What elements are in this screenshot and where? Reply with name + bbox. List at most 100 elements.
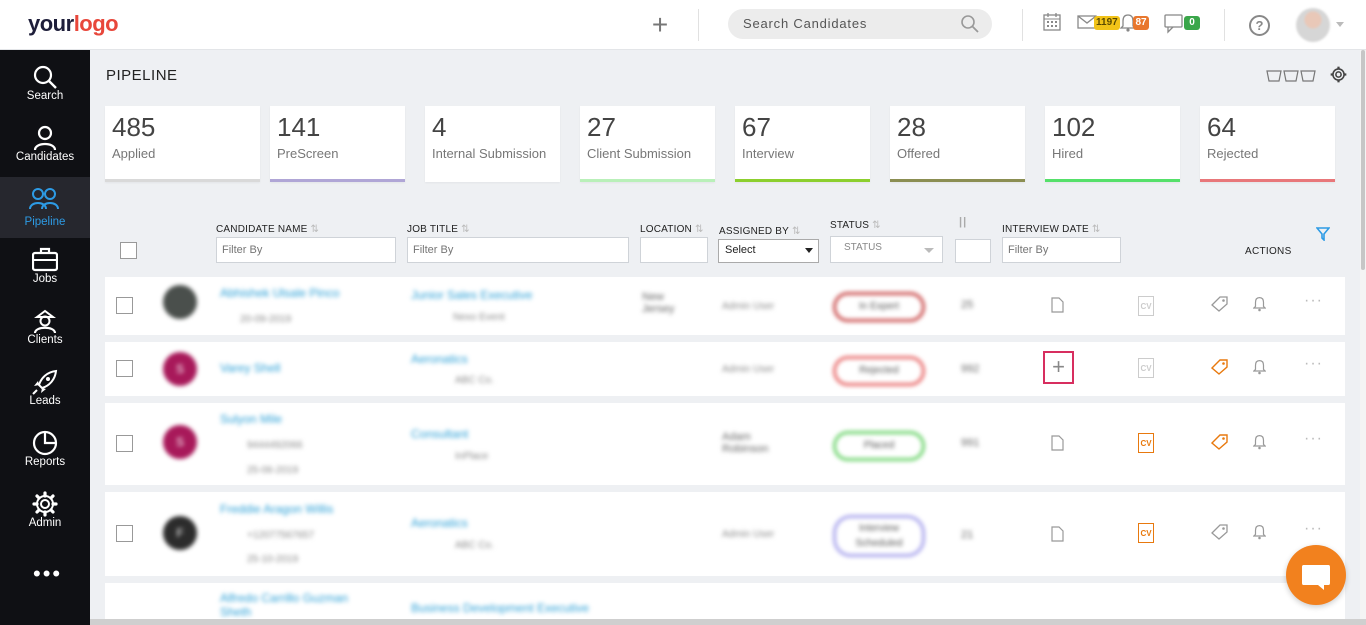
table-row[interactable]: F Freddie Aragon Willis +12077567657 25-… (105, 492, 1345, 576)
sort-icon[interactable]: ⇅ (872, 220, 881, 231)
cv-icon[interactable]: CV (1138, 358, 1154, 378)
row-checkbox[interactable] (116, 360, 133, 377)
candidate-name-link[interactable]: Varey Shell (220, 361, 280, 375)
candidate-name-link[interactable]: Alfredo Carrillo Guzman Sheth (220, 591, 380, 619)
stat-card-prescreen[interactable]: 141 PreScreen (270, 106, 405, 182)
chevron-down-icon[interactable] (1336, 22, 1344, 27)
logo-text-your: your (28, 11, 74, 36)
live-chat-button[interactable] (1286, 545, 1346, 605)
job-title-link[interactable]: Consultant (411, 427, 468, 441)
tag-icon[interactable] (1211, 359, 1229, 375)
calendar-icon[interactable] (1043, 12, 1061, 32)
row-checkbox[interactable] (116, 297, 133, 314)
status-badge[interactable]: Interview Scheduled (833, 515, 925, 557)
add-interview-button[interactable]: + (1043, 351, 1074, 384)
more-menu-icon[interactable]: ••• (33, 563, 62, 585)
column-header-interview-date[interactable]: INTERVIEW DATE ⇅ (1002, 224, 1100, 235)
sidebar-item-clients[interactable]: Clients (0, 296, 90, 357)
assigned-by-value: Admin User (722, 364, 775, 375)
status-badge[interactable]: In Expert (833, 292, 925, 322)
column-header-status[interactable]: STATUS ⇅ (830, 220, 881, 231)
sort-icon[interactable]: ⇅ (695, 224, 704, 235)
bell-icon[interactable] (1253, 434, 1266, 450)
sidebar-item-candidates[interactable]: Candidates (0, 113, 90, 174)
tag-icon[interactable] (1211, 524, 1229, 540)
horizontal-scrollbar[interactable] (90, 619, 1366, 625)
search-icon[interactable] (960, 14, 980, 34)
status-filter-select[interactable]: STATUS (830, 236, 943, 263)
more-actions-icon[interactable]: ··· (1304, 355, 1323, 373)
document-icon[interactable] (1051, 526, 1064, 542)
candidate-name-link[interactable]: Freddie Aragon Willis (220, 502, 333, 516)
column-header-location[interactable]: LOCATION ⇅ (640, 224, 704, 235)
sidebar-item-admin[interactable]: Admin (0, 479, 90, 540)
candidate-name-link[interactable]: Abhishek Ulsale Pinco (220, 286, 339, 300)
candidate-name-filter-input[interactable] (216, 237, 396, 263)
logo[interactable]: yourlogo (28, 11, 119, 37)
assigned-by-select[interactable]: Select (718, 239, 819, 263)
stat-card-client-submission[interactable]: 27 Client Submission (580, 106, 715, 182)
tag-icon[interactable] (1211, 434, 1229, 450)
job-title-filter-input[interactable] (407, 237, 629, 263)
status-badge[interactable]: Rejected (833, 356, 925, 386)
cv-icon[interactable]: CV (1138, 433, 1154, 453)
more-actions-icon[interactable]: ··· (1304, 520, 1323, 538)
job-title-link[interactable]: Junior Sales Executive (411, 288, 532, 302)
table-row[interactable]: Abhishek Ulsale Pinco 20-09-2019 Junior … (105, 277, 1345, 335)
sidebar-item-leads[interactable]: Leads (0, 357, 90, 418)
help-icon[interactable]: ? (1249, 15, 1270, 36)
stat-card-applied[interactable]: 485 Applied (105, 106, 260, 182)
job-title-link[interactable]: Aeronatics (411, 516, 468, 530)
cv-icon[interactable]: CV (1138, 523, 1154, 543)
add-button[interactable]: + (648, 10, 672, 40)
filter-funnel-icon[interactable] (1316, 227, 1330, 241)
sidebar-item-reports[interactable]: Reports (0, 418, 90, 479)
search-candidates-input[interactable]: Search Candidates (728, 9, 992, 39)
sort-icon[interactable]: ⇅ (461, 224, 470, 235)
column-header-candidate-name[interactable]: CANDIDATE NAME ⇅ (216, 224, 319, 235)
stat-card-internal-submission[interactable]: 4 Internal Submission (425, 106, 560, 182)
settings-gear-icon[interactable] (1330, 66, 1347, 83)
sidebar-item-jobs[interactable]: Jobs (0, 235, 90, 296)
bell-icon[interactable] (1253, 296, 1266, 312)
numeric-filter-input[interactable] (955, 239, 991, 263)
more-actions-icon[interactable]: ··· (1304, 292, 1323, 310)
status-badge[interactable]: Placed (833, 431, 925, 461)
interview-date-filter-input[interactable] (1002, 237, 1121, 263)
job-title-link[interactable]: Business Development Executive (411, 601, 589, 615)
stat-card-interview[interactable]: 67 Interview (735, 106, 870, 182)
vertical-scrollbar-thumb[interactable] (1361, 50, 1365, 270)
bell-icon[interactable] (1253, 524, 1266, 540)
sort-icon[interactable]: ⇅ (311, 224, 320, 235)
chat-bubble-icon (1302, 565, 1330, 590)
more-actions-icon[interactable]: ··· (1304, 430, 1323, 448)
stat-card-hired[interactable]: 102 Hired (1045, 106, 1180, 182)
cv-icon[interactable]: CV (1138, 296, 1154, 316)
column-header-job-title[interactable]: JOB TITLE ⇅ (407, 224, 470, 235)
stat-card-offered[interactable]: 28 Offered (890, 106, 1025, 182)
sidebar-item-pipeline[interactable]: Pipeline (0, 177, 90, 238)
job-title-link[interactable]: Aeronatics (411, 352, 468, 366)
column-header-assigned-by[interactable]: ASSIGNED BY ⇅ (719, 226, 801, 237)
stat-bar (1045, 179, 1180, 182)
bell-icon[interactable] (1253, 359, 1266, 375)
pause-icon[interactable]: || (959, 216, 967, 228)
tag-icon[interactable] (1211, 296, 1229, 312)
candidate-name-link[interactable]: Sulyon Mile (220, 412, 282, 426)
user-avatar[interactable] (1296, 8, 1330, 42)
document-icon[interactable] (1051, 297, 1064, 313)
view-toggle-icon[interactable] (1266, 70, 1316, 82)
location-filter-input[interactable] (640, 237, 708, 263)
mail-count-badge: 1197 (1094, 16, 1120, 30)
table-row[interactable]: S Varey Shell Aeronatics ABC Co. Admin U… (105, 342, 1345, 396)
table-row[interactable]: S Sulyon Mile 9444492066 25-06-2019 Cons… (105, 403, 1345, 485)
sort-icon[interactable]: ⇅ (792, 226, 801, 237)
row-checkbox[interactable] (116, 525, 133, 542)
sidebar-item-label: Pipeline (24, 216, 66, 228)
sidebar-item-search[interactable]: Search (0, 52, 90, 113)
sort-icon[interactable]: ⇅ (1092, 224, 1101, 235)
select-all-checkbox[interactable] (120, 242, 137, 259)
document-icon[interactable] (1051, 435, 1064, 451)
stat-card-rejected[interactable]: 64 Rejected (1200, 106, 1335, 182)
row-checkbox[interactable] (116, 435, 133, 452)
